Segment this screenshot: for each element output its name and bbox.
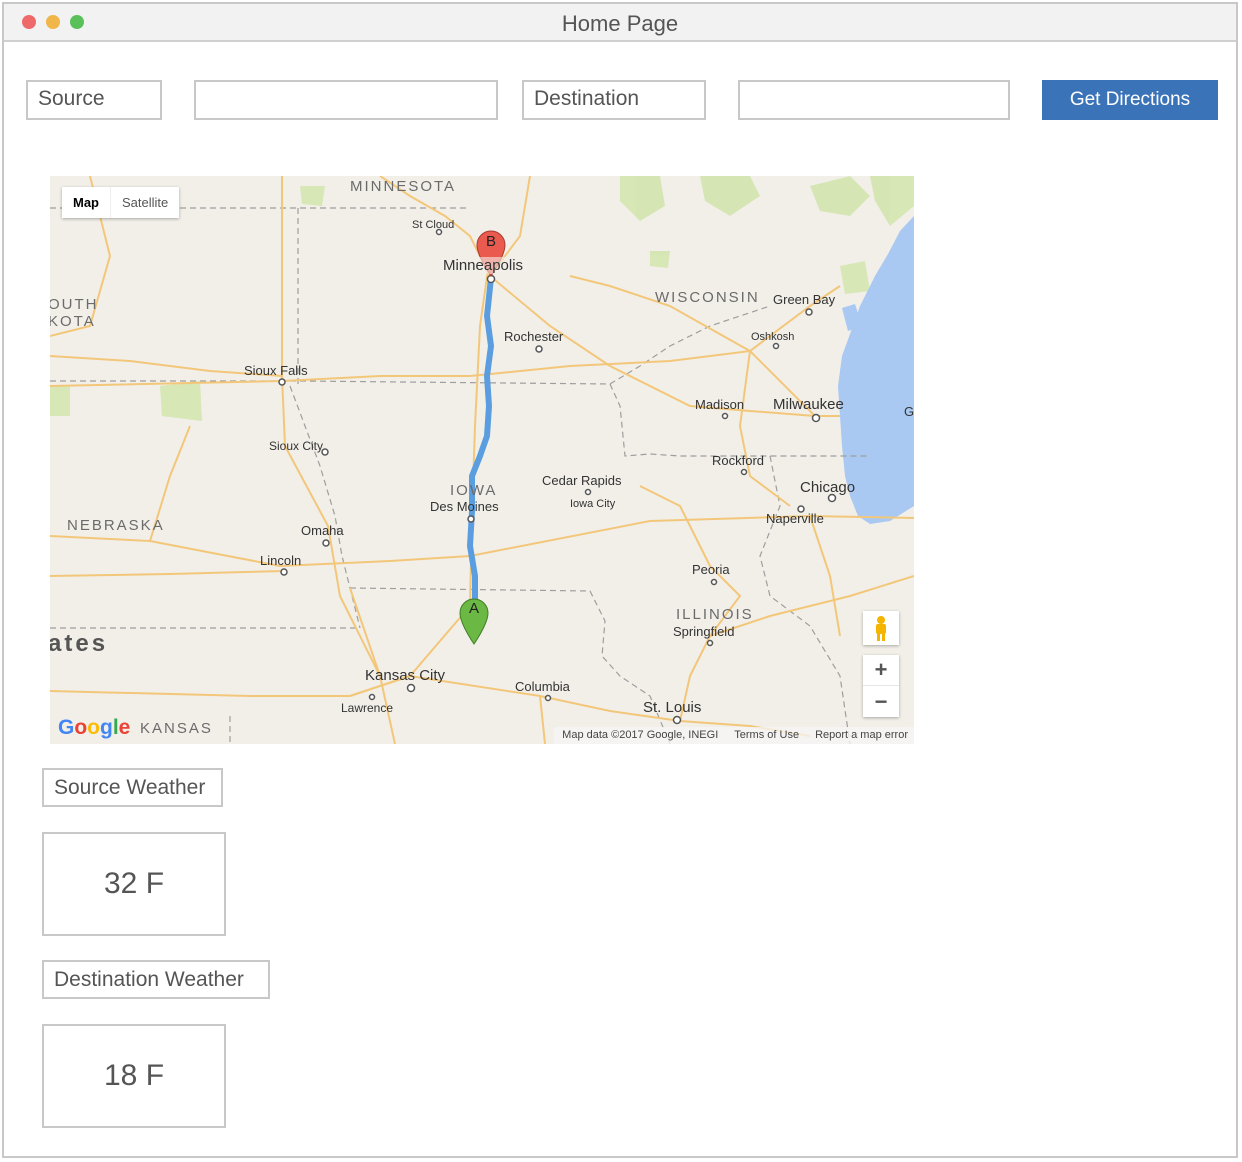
terms-of-use-link[interactable]: Terms of Use: [734, 727, 799, 744]
place-label: Springfield: [673, 624, 735, 639]
destination-label: Destination: [522, 80, 706, 120]
map-type-map-button[interactable]: Map: [62, 187, 110, 218]
place-label: Rockford: [712, 453, 765, 468]
place-label: Lawrence: [341, 701, 394, 715]
place-label: Rochester: [504, 329, 564, 344]
place-label: Minneapolis: [443, 257, 524, 274]
place-label: Milwaukee: [773, 396, 844, 413]
place-label: ILLINOIS: [676, 606, 754, 623]
place-label: Sioux City: [269, 439, 324, 453]
place-label: IOWA: [450, 482, 498, 499]
place-label: NEBRASKA: [67, 517, 165, 534]
place-label: St. Louis: [643, 699, 702, 716]
place-label: Naperville: [766, 511, 824, 526]
destination-weather-label: Destination Weather: [42, 960, 270, 999]
source-weather-label: Source Weather: [42, 768, 223, 807]
place-label: G: [904, 404, 914, 419]
place-label: Columbia: [515, 679, 570, 694]
place-label: Cedar Rapids: [542, 473, 622, 488]
place-label: Sioux Falls: [244, 363, 308, 378]
title-bar: Home Page: [4, 2, 1236, 42]
place-label: Des Moines: [430, 499, 499, 514]
place-label: Iowa City: [570, 498, 616, 510]
window-title: Home Page: [561, 11, 679, 36]
source-label: Source: [26, 80, 162, 120]
destination-weather-value: 18 F: [42, 1024, 226, 1128]
place-label: KOTA: [50, 313, 96, 330]
place-label: Lincoln: [260, 553, 302, 568]
route-map[interactable]: A B MINNESOTA St Cloud Minneapolis OUTH …: [50, 176, 914, 744]
get-directions-button[interactable]: Get Directions: [1042, 80, 1218, 120]
zoom-in-button[interactable]: +: [863, 655, 899, 686]
place-label: Kansas City: [365, 667, 446, 684]
report-map-error-link[interactable]: Report a map error: [815, 727, 908, 744]
map-place-labels: MINNESOTA St Cloud Minneapolis OUTH KOTA…: [50, 176, 914, 744]
place-label: ates: [50, 630, 109, 657]
zoom-out-button[interactable]: −: [863, 686, 899, 717]
place-label: Omaha: [301, 523, 344, 538]
place-label: Chicago: [800, 479, 856, 496]
place-label: St Cloud: [412, 219, 455, 231]
place-label: WISCONSIN: [655, 289, 760, 306]
place-label: OUTH: [50, 296, 99, 313]
place-label: Oshkosh: [751, 331, 795, 343]
place-label: KANSAS: [140, 720, 213, 737]
map-attribution: Map data ©2017 Google, INEGI: [562, 729, 719, 741]
street-view-pegman-icon[interactable]: [863, 611, 899, 645]
place-label: Madison: [695, 397, 745, 412]
source-input[interactable]: [194, 80, 498, 120]
google-logo: Google: [58, 716, 131, 739]
map-type-satellite-button[interactable]: Satellite: [110, 187, 179, 218]
source-weather-value: 32 F: [42, 832, 226, 936]
zoom-control: + −: [863, 655, 899, 717]
place-label: Peoria: [692, 562, 730, 577]
map-attribution-bar: Map data ©2017 Google, INEGI Terms of Us…: [554, 727, 914, 744]
map-type-toggle: Map Satellite: [62, 187, 180, 218]
place-label: MINNESOTA: [350, 178, 457, 195]
place-label: Green Bay: [773, 292, 836, 307]
destination-input[interactable]: [738, 80, 1010, 120]
